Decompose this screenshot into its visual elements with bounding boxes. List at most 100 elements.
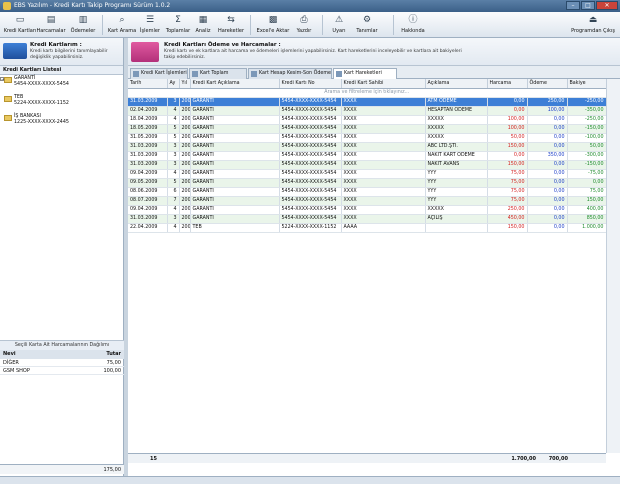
cell-yil: 2009: [179, 214, 191, 224]
col-bakiye[interactable]: Bakiye: [567, 79, 607, 89]
toolbar-analiz-button[interactable]: ▦ Analiz: [192, 13, 214, 37]
cell-kk-no: 5454-XXXX-XXXX-5454: [279, 160, 342, 170]
card-tree-item[interactable]: TEB 5224-XXXX-XXXX-1152: [0, 94, 123, 113]
transactions-grid: Tarih Ay Yıl Kredi Kart Açıklama Kredi K…: [128, 79, 620, 453]
table-row[interactable]: 31.03.200932009GARANTİ5454-XXXX-XXXX-545…: [128, 214, 607, 224]
table-row[interactable]: 31.03.200932009GARANTİ5454-XXXX-XXXX-545…: [128, 142, 607, 152]
table-row[interactable]: 02.04.200942009GARANTİ5454-XXXX-XXXX-545…: [128, 106, 607, 116]
transactions-table: Tarih Ay Yıl Kredi Kart Açıklama Kredi K…: [128, 79, 607, 233]
cell-kk-sahibi: XXXX: [341, 187, 426, 197]
exit-icon: ⏏: [588, 15, 598, 25]
minimize-button[interactable]: –: [566, 1, 580, 10]
row-count: 15: [150, 456, 157, 462]
table-row[interactable]: 09.04.200942009GARANTİ5454-XXXX-XXXX-545…: [128, 205, 607, 215]
cell-kk-sahibi: XXXX: [341, 106, 426, 116]
cell-kk-sahibi: XXXX: [341, 97, 426, 107]
toolbar-harcamalar-button[interactable]: ▤ Harcamalar: [36, 13, 66, 37]
cell-odeme: 0,00: [527, 187, 568, 197]
cell-bakiye: 150,00: [567, 196, 607, 206]
toolbar-tanimlar-button[interactable]: ⚙ Tanımlar: [352, 13, 382, 37]
table-row[interactable]: 31.03.200932009GARANTİ5454-XXXX-XXXX-545…: [128, 97, 607, 107]
cell-kk-no: 5224-XXXX-XXXX-1152: [279, 223, 342, 233]
toolbar-toplamlar-button[interactable]: Σ Toplamlar: [164, 13, 192, 37]
col-odeme[interactable]: Ödeme: [527, 79, 568, 89]
cell-yil: 2009: [179, 178, 191, 188]
col-kk-aciklama[interactable]: Kredi Kart Açıklama: [190, 79, 280, 89]
card-tree-item[interactable]: İŞ BANKASI 1225-XXXX-XXXX-2445: [0, 113, 123, 132]
col-ay[interactable]: Ay: [167, 79, 180, 89]
toolbar-separator: [102, 15, 103, 35]
cell-harcama: 0,00: [487, 151, 528, 161]
cell-odeme: 0,00: [527, 160, 568, 170]
col-kk-sahibi[interactable]: Kredi Kart Sahibi: [341, 79, 426, 89]
table-row[interactable]: 08.07.200972009GARANTİ5454-XXXX-XXXX-545…: [128, 196, 607, 206]
sigma-icon: [192, 71, 198, 77]
cell-harcama: 150,00: [487, 160, 528, 170]
filter-row[interactable]: Arama ve filtreleme için tıklayınız...: [128, 88, 607, 98]
cell-bakiye: 850,00: [567, 214, 607, 224]
cell-tarih: 02.04.2009: [128, 106, 168, 116]
excel-icon: ▩: [268, 15, 278, 25]
cell-kk-aciklama: GARANTİ: [190, 151, 280, 161]
card-tree-item[interactable]: − GARANTİ 5454-XXXX-XXXX-5454: [0, 75, 123, 94]
cell-bakiye: 75,00: [567, 187, 607, 197]
table-row[interactable]: 18.05.200952009GARANTİ5454-XXXX-XXXX-545…: [128, 124, 607, 134]
summary-header-row: Nevi Tutar: [0, 350, 124, 359]
toolbar-uyari-button[interactable]: ⚠ Uyarı: [327, 13, 351, 37]
cell-tarih: 08.07.2009: [128, 196, 168, 206]
cell-ay: 4: [167, 169, 180, 179]
cell-kk-sahibi: XXXX: [341, 115, 426, 125]
tab-kredi-kart-islemleri[interactable]: Kredi Kart İşlemleri: [130, 68, 188, 79]
cards-description: Kredi kartı bilgilerini tanımlayabilir d…: [30, 49, 108, 60]
table-row[interactable]: 18.04.200942009GARANTİ5454-XXXX-XXXX-545…: [128, 115, 607, 125]
toolbar-exit-button[interactable]: ⏏ Programdan Çıkış: [568, 13, 618, 37]
col-aciklama[interactable]: Açıklama: [425, 79, 488, 89]
cell-kk-sahibi: XXXX: [341, 133, 426, 143]
summary-row[interactable]: DİĞER 75,00: [0, 359, 124, 367]
card-number: 5224-XXXX-XXXX-1152: [14, 101, 69, 106]
cell-kk-no: 5454-XXXX-XXXX-5454: [279, 187, 342, 197]
cell-aciklama: ATM ÖDEME: [425, 97, 488, 107]
cell-odeme: 0,00: [527, 133, 568, 143]
toolbar-yazdir-button[interactable]: ⎙ Yazdır: [292, 13, 316, 37]
credit-card-icon: ▭: [15, 15, 25, 25]
table-header-row: Tarih Ay Yıl Kredi Kart Açıklama Kredi K…: [128, 79, 607, 89]
table-row[interactable]: 09.05.200952009GARANTİ5454-XXXX-XXXX-545…: [128, 178, 607, 188]
cell-ay: 5: [167, 178, 180, 188]
col-harcama[interactable]: Harcama: [487, 79, 528, 89]
toolbar-hareketler-button[interactable]: ⇆ Hareketler: [215, 13, 247, 37]
col-yil[interactable]: Yıl: [179, 79, 191, 89]
summary-row[interactable]: GSM SHOP 100,00: [0, 367, 124, 375]
cell-kk-no: 5454-XXXX-XXXX-5454: [279, 178, 342, 188]
table-row[interactable]: 09.04.200942009GARANTİ5454-XXXX-XXXX-545…: [128, 169, 607, 179]
main-title: Kredi Kartları Ödeme ve Harcamalar :: [164, 42, 281, 48]
table-row[interactable]: 08.06.200962009GARANTİ5454-XXXX-XXXX-545…: [128, 187, 607, 197]
toolbar-kredi-kartlari-button[interactable]: ▭ Kredi Kartları: [2, 13, 38, 37]
table-row[interactable]: 22.04.200942009TEB5224-XXXX-XXXX-1152AAA…: [128, 223, 607, 233]
toolbar-excel-button[interactable]: ▩ Excel'e Aktar: [255, 13, 291, 37]
cell-aciklama: XXXXX: [425, 133, 488, 143]
table-row[interactable]: 31.03.200932009GARANTİ5454-XXXX-XXXX-545…: [128, 151, 607, 161]
cell-bakiye: -150,00: [567, 160, 607, 170]
maximize-button[interactable]: □: [581, 1, 595, 10]
toolbar-islemler-button[interactable]: ☰ İşlemler: [136, 13, 164, 37]
table-row[interactable]: 31.05.200952009GARANTİ5454-XXXX-XXXX-545…: [128, 133, 607, 143]
filter-text[interactable]: Arama ve filtreleme için tıklayınız...: [128, 88, 607, 98]
toolbar-kart-arama-button[interactable]: ⌕ Kart Arama: [106, 13, 138, 37]
col-tarih[interactable]: Tarih: [128, 79, 168, 89]
summary-tutar: 100,00: [103, 368, 122, 374]
cell-ay: 4: [167, 205, 180, 215]
cell-bakiye: -250,00: [567, 115, 607, 125]
cell-kk-no: 5454-XXXX-XXXX-5454: [279, 115, 342, 125]
tab-kart-toplam-raporu[interactable]: Kart Toplam Raporu: [189, 68, 247, 86]
tab-hesap-kesim[interactable]: Kart Hesap Kesim-Son Ödeme: [248, 68, 332, 79]
col-kk-no[interactable]: Kredi Kartı No: [279, 79, 342, 89]
toolbar-hakkinda-button[interactable]: ⓘ Hakkında: [398, 13, 428, 37]
table-row[interactable]: 31.03.200932009GARANTİ5454-XXXX-XXXX-545…: [128, 160, 607, 170]
vertical-scrollbar[interactable]: [606, 79, 620, 453]
cell-kk-aciklama: GARANTİ: [190, 169, 280, 179]
cell-yil: 2009: [179, 223, 191, 233]
definitions-icon: ⚙: [362, 15, 372, 25]
close-button[interactable]: ✕: [596, 1, 618, 10]
toolbar-odemeler-button[interactable]: ▥ Ödemeler: [68, 13, 98, 37]
